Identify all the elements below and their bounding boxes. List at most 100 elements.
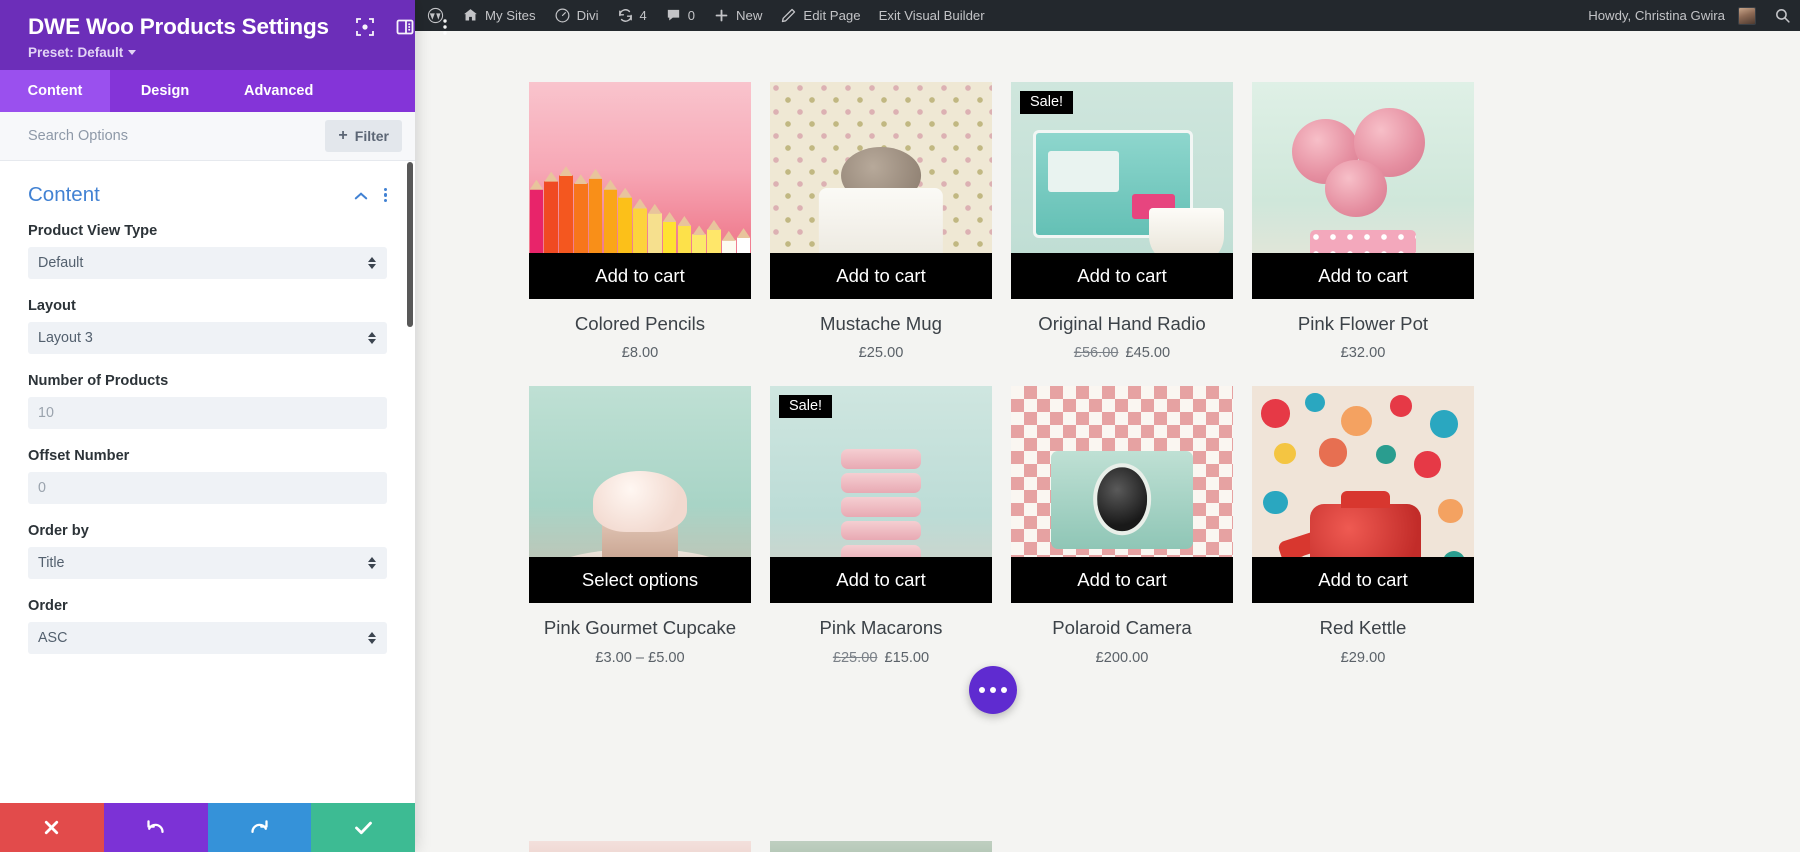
- order-by-select[interactable]: Title: [28, 547, 387, 579]
- product-card[interactable]: Add to cart Red Kettle £29.00: [1252, 386, 1474, 666]
- chevron-up-icon[interactable]: [354, 191, 368, 200]
- search-input[interactable]: [28, 128, 326, 144]
- settings-tabs: Content Design Advanced: [0, 70, 415, 112]
- exit-visual-builder-menu[interactable]: Exit Visual Builder: [870, 0, 994, 31]
- field-label: Order by: [28, 523, 89, 539]
- price-current: £200.00: [1095, 649, 1149, 666]
- number-of-products-input[interactable]: 10: [28, 397, 387, 429]
- tab-design[interactable]: Design: [110, 70, 220, 112]
- save-button[interactable]: [311, 803, 415, 852]
- product-title[interactable]: Pink Macarons: [770, 617, 992, 638]
- settings-panel-footer: [0, 803, 415, 852]
- product-title[interactable]: Pink Flower Pot: [1252, 313, 1474, 334]
- field-value: ASC: [38, 630, 68, 646]
- select-stepper-icon: [368, 632, 376, 644]
- settings-panel-header: DWE Woo Products Settings Preset: Defaul…: [0, 0, 447, 70]
- account-menu[interactable]: Howdy, Christina Gwira: [1576, 0, 1765, 31]
- woo-products-grid: Add to cart Colored Pencils £8.00 Add to…: [529, 82, 1576, 666]
- offset-number-input[interactable]: 0: [28, 472, 387, 504]
- plus-icon: +: [338, 127, 348, 144]
- page-settings-fab[interactable]: [969, 666, 1017, 714]
- product-view-type-select[interactable]: Default: [28, 247, 387, 279]
- divi-speedometer-icon: [554, 7, 571, 24]
- undo-button[interactable]: [103, 803, 208, 852]
- status-badge: Sale!: [779, 395, 833, 419]
- tab-advanced[interactable]: Advanced: [220, 70, 337, 112]
- tab-content[interactable]: Content: [0, 70, 110, 112]
- page-title: DWE Woo Products Settings: [28, 14, 329, 39]
- select-options-button[interactable]: Select options: [529, 557, 751, 604]
- product-card[interactable]: Add to cart Polaroid Camera £200.00: [1011, 386, 1233, 666]
- visual-builder-canvas: Add to cart Colored Pencils £8.00 Add to…: [415, 31, 1800, 852]
- add-to-cart-button[interactable]: Add to cart: [1011, 253, 1233, 299]
- my-sites-menu[interactable]: My Sites: [453, 0, 545, 31]
- product-image-preview: [529, 841, 751, 852]
- add-to-cart-button[interactable]: Add to cart: [1252, 253, 1474, 299]
- divi-menu[interactable]: Divi: [545, 0, 608, 31]
- scrollbar-thumb[interactable]: [407, 162, 413, 327]
- field-layout: Layout Layout 3: [28, 298, 387, 354]
- focus-target-icon[interactable]: [355, 17, 375, 37]
- add-to-cart-button[interactable]: Add to cart: [529, 253, 751, 299]
- field-label: Order: [28, 598, 68, 614]
- edit-page-menu[interactable]: Edit Page: [771, 0, 869, 31]
- product-title[interactable]: Original Hand Radio: [1011, 313, 1233, 334]
- order-select[interactable]: ASC: [28, 622, 387, 654]
- product-title[interactable]: Polaroid Camera: [1011, 617, 1233, 638]
- add-to-cart-button[interactable]: Add to cart: [770, 253, 992, 299]
- avatar: [1738, 6, 1756, 25]
- product-image-preview: [1011, 841, 1233, 852]
- preset-label: Preset: Default: [28, 45, 124, 60]
- product-card[interactable]: Add to cart Mustache Mug £25.00: [770, 82, 992, 361]
- new-content-menu[interactable]: New: [704, 0, 771, 31]
- product-media: Add to cart: [529, 82, 751, 299]
- product-card[interactable]: Sale! Add to cart Original Hand Radio £5…: [1011, 82, 1233, 361]
- filter-button[interactable]: + Filter: [325, 120, 402, 152]
- admin-bar-search-button[interactable]: [1765, 0, 1800, 31]
- preset-selector[interactable]: Preset: Default: [28, 45, 397, 60]
- field-offset-number: Offset Number 0: [28, 448, 387, 504]
- options-search-row: + Filter: [0, 112, 415, 161]
- field-value: Default: [38, 255, 84, 271]
- product-card[interactable]: Add to cart Colored Pencils £8.00: [529, 82, 751, 361]
- price-current: £8.00: [621, 345, 659, 362]
- comments-menu[interactable]: 0: [656, 0, 704, 31]
- price-original: £25.00: [832, 649, 878, 666]
- pencil-icon: [780, 7, 797, 24]
- product-title[interactable]: Red Kettle: [1252, 617, 1474, 638]
- product-price: £3.00 – £5.00: [529, 650, 751, 666]
- cancel-button[interactable]: [0, 803, 104, 852]
- field-product-view-type: Product View Type Default: [28, 223, 387, 279]
- comments-count: 0: [687, 8, 696, 23]
- product-card[interactable]: Select options Pink Gourmet Cupcake £3.0…: [529, 386, 751, 666]
- exit-visual-builder-label: Exit Visual Builder: [878, 8, 985, 23]
- add-to-cart-button[interactable]: Add to cart: [1011, 557, 1233, 604]
- price-current: £3.00 – £5.00: [595, 649, 685, 666]
- section-title: Content: [28, 183, 100, 206]
- updates-menu[interactable]: 4: [608, 0, 656, 31]
- select-stepper-icon: [368, 557, 376, 569]
- screen-root: DWE Woo Products Settings Preset: Defaul…: [0, 0, 1800, 852]
- product-image-preview: [1252, 841, 1474, 852]
- price-current: £32.00: [1340, 345, 1386, 362]
- product-media: Add to cart: [1011, 386, 1233, 604]
- field-value: Layout 3: [38, 330, 93, 346]
- field-label: Layout: [28, 298, 76, 314]
- filter-button-label: Filter: [354, 128, 389, 144]
- howdy-label: Howdy, Christina Gwira: [1588, 8, 1725, 23]
- product-title[interactable]: Colored Pencils: [529, 313, 751, 334]
- product-title[interactable]: Mustache Mug: [770, 313, 992, 334]
- add-to-cart-button[interactable]: Add to cart: [770, 557, 992, 604]
- add-to-cart-button[interactable]: Add to cart: [1252, 557, 1474, 604]
- divi-label: Divi: [576, 8, 599, 23]
- product-card[interactable]: Sale! Add to cart Pink Macarons £25.00 £…: [770, 386, 992, 666]
- redo-button[interactable]: [207, 803, 312, 852]
- product-title[interactable]: Pink Gourmet Cupcake: [529, 617, 751, 638]
- select-stepper-icon: [368, 257, 376, 269]
- kebab-menu-icon[interactable]: [435, 17, 455, 37]
- product-card[interactable]: Add to cart Pink Flower Pot £32.00: [1252, 82, 1474, 361]
- kebab-menu-icon[interactable]: [383, 187, 387, 203]
- layout-select[interactable]: Layout 3: [28, 322, 387, 354]
- layout-panel-icon[interactable]: [395, 17, 415, 37]
- settings-panel-scrollbar[interactable]: [407, 162, 413, 852]
